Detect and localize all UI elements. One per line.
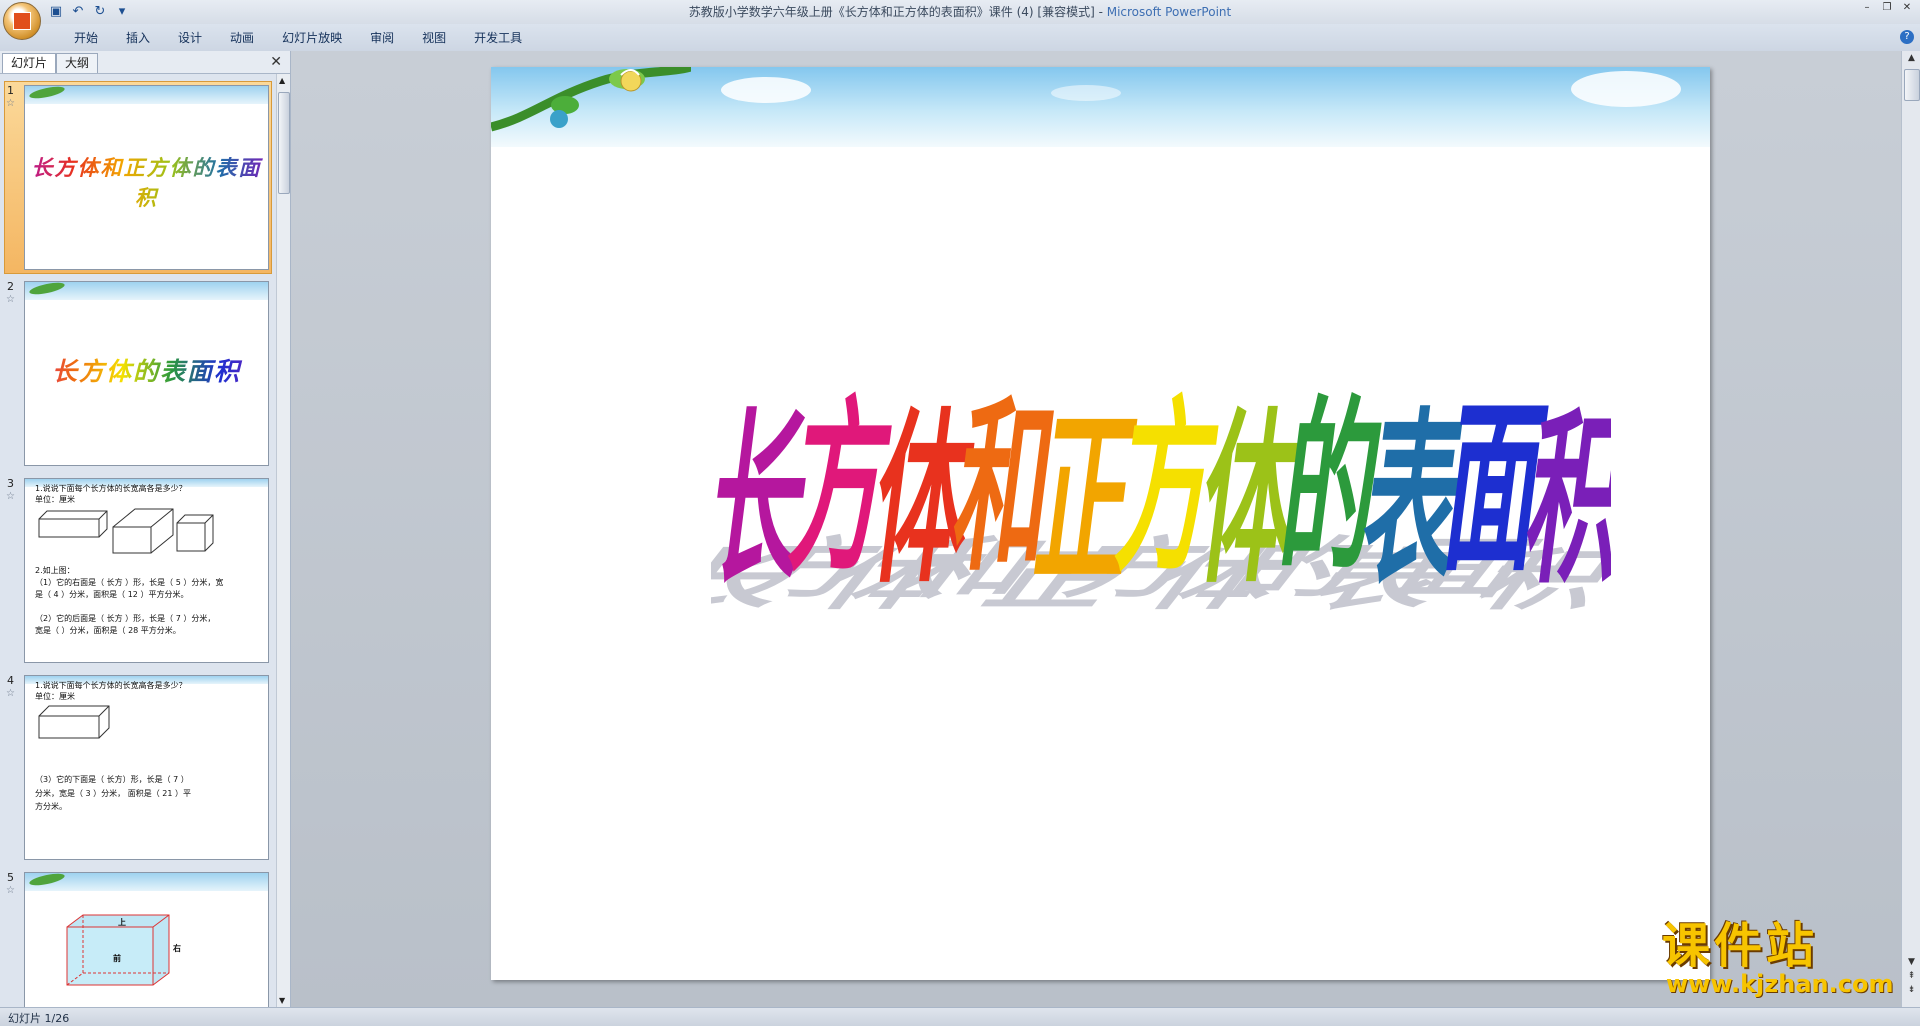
tab-home[interactable]: 开始 [60,29,112,47]
minimize-button[interactable]: – [1860,2,1874,14]
tab-view[interactable]: 视图 [408,29,460,47]
tab-design[interactable]: 设计 [164,29,216,47]
ribbon: 开始 插入 设计 动画 幻灯片放映 审阅 视图 开发工具 ? [0,24,1920,52]
slide-counter: 幻灯片 1/26 [8,1012,70,1025]
restore-button[interactable]: ❐ [1880,2,1894,14]
scroll-up-icon[interactable]: ▲ [279,76,285,85]
slide-thumbnail-2[interactable]: 长方体的表面积 [24,281,269,466]
slide-thumbnail-4[interactable]: 1.说说下面每个长方体的长宽高各是多少？ 单位：厘米 （3）它的下面是（ 长方）… [24,675,269,860]
redo-icon[interactable]: ↻ [92,4,108,20]
animation-star-icon: ☆ [6,98,15,109]
tab-outline[interactable]: 大纲 [56,53,99,73]
status-bar: 幻灯片 1/26 [0,1007,1920,1026]
animation-star-icon: ☆ [6,688,15,699]
window-title: 苏教版小学数学六年级上册《长方体和正方体的表面积》课件 (4) [兼容模式] -… [688,5,1232,19]
scroll-down-icon[interactable]: ▼ [279,996,285,1005]
slide-thumbnail-3[interactable]: 1.说说下面每个长方体的长宽高各是多少？ 单位：厘米 2.如上图： （1）它的右… [24,478,269,663]
thumbnail-scrollbar[interactable]: ▲ ▼ [276,74,290,1007]
customize-icon[interactable]: ▾ [114,4,130,20]
scroll-up-icon[interactable]: ▲ [1902,53,1920,63]
scroll-thumb[interactable] [1904,69,1920,101]
slide-scrollbar[interactable]: ▲ ▼ ⇞ ⇟ [1901,51,1920,1007]
ribbon-tabs: 开始 插入 设计 动画 幻灯片放映 审阅 视图 开发工具 [60,29,536,47]
slide-number: 4 [7,674,14,687]
box-diagrams [38,508,214,554]
slide-number: 5 [7,871,14,884]
animation-star-icon: ☆ [6,885,15,896]
pane-tabs: 幻灯片 大纲 ✕ [0,51,290,74]
box-diagram [38,705,110,739]
tab-slideshow[interactable]: 幻灯片放映 [268,29,356,47]
quick-access-toolbar: ▣ ↶ ↻ ▾ [48,3,130,21]
slide-thumbnails: 1 ☆ 长方体和正方体的表面积 2 ☆ 长方体的表面积 3 ☆ 1.说说下面每个… [0,74,272,1007]
title-bar: 苏教版小学数学六年级上册《长方体和正方体的表面积》课件 (4) [兼容模式] -… [0,0,1920,24]
thumb-title: 长方体的表面积 [25,352,268,388]
tab-slides[interactable]: 幻灯片 [2,53,57,73]
current-slide[interactable]: 长方体和正方体的表面积长方体和正方体的表面积 [491,67,1710,980]
title-char: 积 [1522,390,1611,609]
help-icon[interactable]: ? [1900,30,1914,44]
save-icon[interactable]: ▣ [48,4,64,20]
slides-pane: 幻灯片 大纲 ✕ 1 ☆ 长方体和正方体的表面积 2 ☆ 长方体的表面积 3 ☆… [0,51,291,1007]
slide-title-wordart: 长方体和正方体的表面积长方体和正方体的表面积 [711,378,1611,619]
previous-slide-icon[interactable]: ⇞ [1902,971,1920,981]
animation-star-icon: ☆ [6,491,15,502]
watermark-logo: 课件站 www.kjzhan.com [1662,918,1894,998]
animation-star-icon: ☆ [6,294,15,305]
tab-animations[interactable]: 动画 [216,29,268,47]
undo-icon[interactable]: ↶ [70,4,86,20]
slide-thumbnail-1[interactable]: 长方体和正方体的表面积 [24,85,269,270]
close-icon[interactable]: ✕ [270,54,282,70]
office-button[interactable] [3,2,41,40]
tab-review[interactable]: 审阅 [356,29,408,47]
window-controls: – ❐ ✕ [1860,2,1914,14]
office-logo-icon [13,12,31,30]
slide-thumbnail-5[interactable]: 上 前 右 [24,872,269,1007]
snail-vine-decoration [491,67,691,132]
close-button[interactable]: ✕ [1900,2,1914,14]
slide-number: 2 [7,280,14,293]
slide-number: 1 [7,84,14,97]
scroll-thumb[interactable] [278,92,290,194]
slide-number: 3 [7,477,14,490]
next-slide-icon[interactable]: ⇟ [1902,985,1920,995]
tab-insert[interactable]: 插入 [112,29,164,47]
scroll-down-icon[interactable]: ▼ [1902,957,1920,967]
tab-developer[interactable]: 开发工具 [460,29,536,47]
thumb-title: 长方体和正方体的表面积 [25,152,268,212]
